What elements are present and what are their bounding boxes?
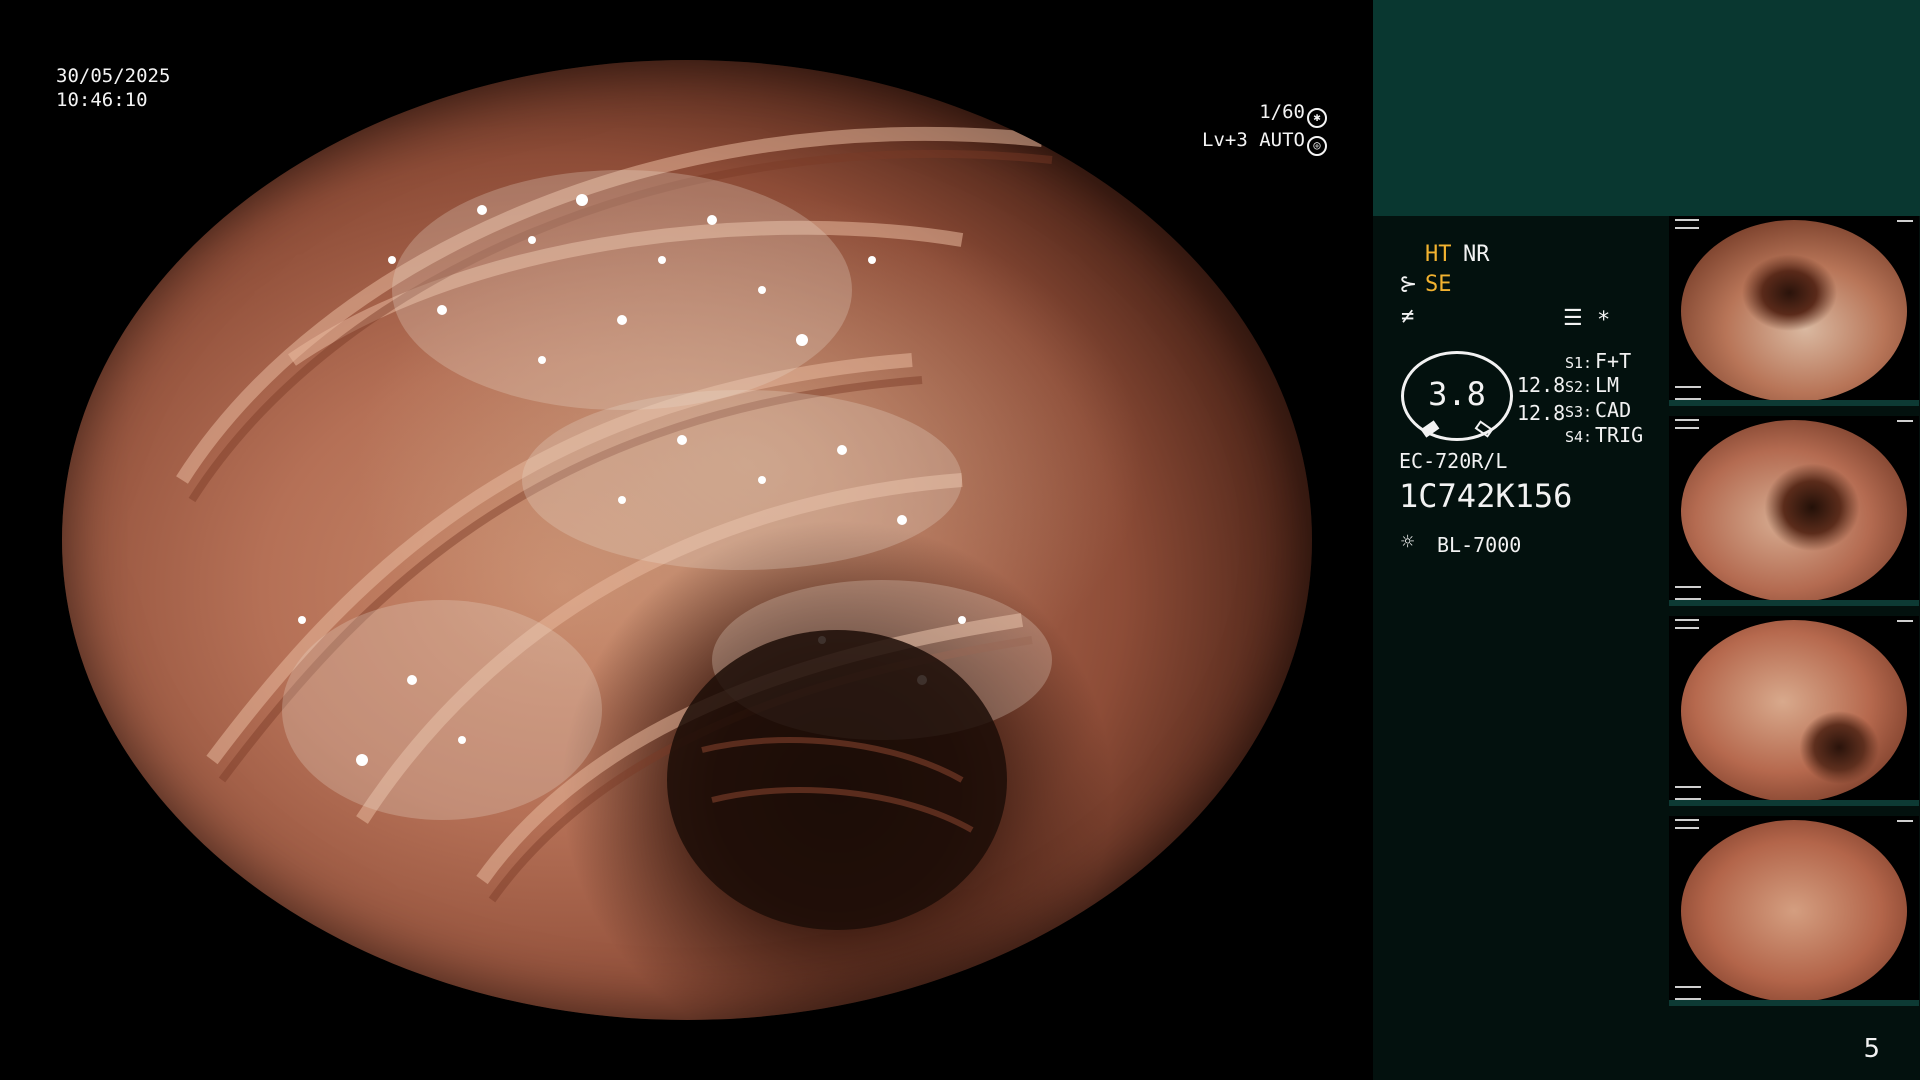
se-label: SE (1425, 272, 1452, 297)
light-source-icon: ☼ (1401, 530, 1415, 555)
thumbnail-4-image (1681, 820, 1907, 1002)
level-readout: Lv+3 AUTO ◎ (53, 128, 1373, 156)
level-value: Lv+3 AUTO (1202, 129, 1305, 151)
processor-info: HT NR ⊱ SE ≠ ☰ * 3.8 12.8 12.8 S1: F+T S… (1373, 216, 1673, 1080)
scope-model: EC-720R/L (1399, 449, 1508, 473)
thumbnail-2-text-right (1897, 420, 1913, 428)
gauge-left-marker (1420, 420, 1440, 438)
s1-value: F+T (1595, 349, 1632, 373)
thumbnail-1-image (1681, 220, 1907, 402)
thumbnail-3-text-right (1897, 620, 1913, 628)
thumbnail-3-strip (1669, 800, 1919, 806)
s4-label: S4: (1565, 428, 1593, 446)
mucosa-folds (176, 126, 1053, 930)
thumbnail-2-image (1681, 420, 1907, 602)
asterisk-mark: * (1597, 308, 1611, 333)
thumbnail-2-text-top (1675, 419, 1699, 429)
thumbnail-1-text-top (1675, 219, 1699, 229)
auto-exposure-icon: ◎ (1307, 136, 1327, 156)
nr-label: NR (1463, 242, 1490, 267)
page-number: 5 (1863, 1034, 1880, 1064)
enhancement-icon: ⊱ (1399, 272, 1418, 297)
s3-label: S3: (1565, 403, 1593, 421)
thumbnail-4-text-bottom (1675, 986, 1701, 1000)
thumbnail-3-image (1681, 620, 1907, 802)
gauge-right-marker (1474, 420, 1494, 438)
capture-thumbnails (1669, 216, 1920, 1016)
date-readout: 30/05/2025 (56, 65, 171, 87)
document-icon: ☰ (1563, 306, 1583, 331)
thumbnail-4[interactable] (1669, 816, 1919, 1006)
thumbnail-1-strip (1669, 400, 1919, 406)
gauge-value: 3.8 (1428, 375, 1486, 413)
thumbnail-4-text-right (1897, 820, 1913, 828)
main-endoscope-view: 30/05/2025 10:46:10 1/60 ✱ Lv+3 AUTO ◎ (0, 0, 1373, 1080)
thumbnail-1-text-right (1897, 220, 1913, 228)
side-panel: HT NR ⊱ SE ≠ ☰ * 3.8 12.8 12.8 S1: F+T S… (1373, 0, 1920, 1080)
light-source: BL-7000 (1437, 533, 1522, 557)
shutter-value: 1/60 (1259, 101, 1305, 123)
thumbnail-2-text-bottom (1675, 586, 1701, 600)
endoscope-image (62, 60, 1312, 1020)
magnification-gauge: 3.8 (1401, 351, 1513, 441)
s3-value: CAD (1595, 398, 1632, 422)
thumbnail-2-strip (1669, 600, 1919, 606)
side-panel-header (1373, 0, 1920, 216)
thumbnail-2[interactable] (1669, 416, 1919, 606)
gauge-side-top: 12.8 (1517, 373, 1566, 397)
thumbnail-1[interactable] (1669, 216, 1919, 406)
ht-label: HT (1425, 242, 1452, 267)
thumbnail-4-strip (1669, 1000, 1919, 1006)
filter-icon: ≠ (1401, 304, 1415, 329)
thumbnail-3-text-top (1675, 619, 1699, 629)
thumbnail-1-text-bottom (1675, 386, 1701, 400)
s2-value: LM (1595, 373, 1620, 397)
s2-label: S2: (1565, 378, 1593, 396)
scope-serial: 1C742K156 (1399, 477, 1573, 515)
thumbnail-3[interactable] (1669, 616, 1919, 806)
gauge-side-bottom: 12.8 (1517, 401, 1566, 425)
shutter-icon: ✱ (1307, 108, 1327, 128)
thumbnail-3-text-bottom (1675, 786, 1701, 800)
s1-label: S1: (1565, 354, 1593, 372)
s4-value: TRIG (1595, 423, 1644, 447)
shutter-readout: 1/60 ✱ (53, 100, 1373, 128)
thumbnail-4-text-top (1675, 819, 1699, 829)
